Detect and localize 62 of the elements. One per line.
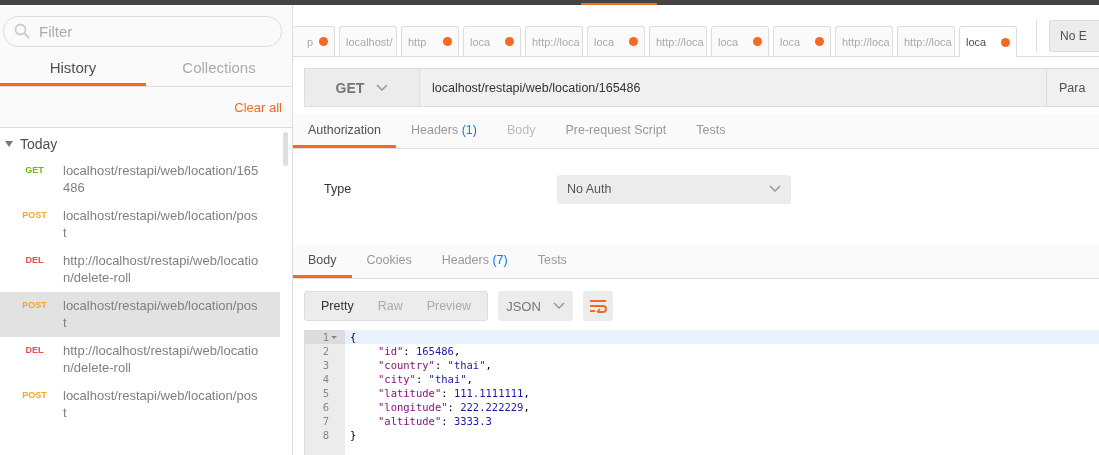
history-item[interactable]: DEL http://localhost/restapi/web/location/delete-roll [0, 337, 280, 382]
caret-icon[interactable] [5, 141, 13, 147]
request-tab[interactable]: http://loca [649, 26, 707, 56]
code-line: } [349, 428, 357, 442]
request-tab[interactable]: loca [711, 26, 769, 56]
method-label: POST [21, 209, 48, 222]
request-tab[interactable]: http://loca [525, 26, 583, 56]
response-section-tab[interactable]: Tests [522, 245, 582, 278]
url-text: localhost/restapi/web/location/post [63, 297, 259, 331]
history-item[interactable]: POST localhost/restapi/web/location/post [0, 292, 280, 337]
request-tab[interactable]: loca [773, 26, 831, 56]
code-line: "city": "thai", [377, 372, 473, 386]
format-dropdown[interactable]: JSON [498, 291, 573, 321]
url-text: localhost/restapi/web/location/post [63, 207, 259, 241]
response-section-tab[interactable]: Headers (7) [426, 245, 523, 278]
group-label: Today [20, 136, 58, 152]
code-line: "country": "thai", [377, 358, 492, 372]
method-label: POST [21, 389, 48, 402]
chevron-icon [769, 185, 781, 193]
request-section-tab[interactable]: Pre-request Script [550, 115, 682, 148]
wrap-icon [588, 299, 607, 313]
history-item[interactable]: DEL http://localhost/restapi/web/location/delete-roll [0, 247, 280, 292]
filter-field[interactable]: Filter [3, 16, 282, 47]
request-tab[interactable]: http://loca [897, 26, 955, 56]
request-tab[interactable]: localhost/ [339, 26, 397, 56]
clear-all-link[interactable]: Clear all [234, 100, 282, 115]
response-section-tab[interactable]: Cookies [351, 245, 427, 278]
sidebar-tab[interactable]: Collections [146, 55, 292, 86]
wrap-lines-button[interactable] [582, 291, 613, 321]
request-tab[interactable]: http [401, 26, 459, 56]
history-item[interactable]: POST localhost/restapi/web/location/post [0, 202, 280, 247]
method-label: DEL [24, 344, 45, 357]
view-mode-option[interactable]: Pretty [309, 299, 366, 313]
auth-type-dropdown[interactable]: No Auth [557, 174, 791, 204]
line-number: 1 [305, 330, 345, 344]
chevron-icon [552, 302, 565, 310]
method-label: DEL [24, 254, 45, 267]
code-line: "longitude": 222.222229, [377, 400, 530, 414]
code-line: { [349, 330, 357, 344]
request-tab[interactable]: loca [463, 26, 521, 56]
method-label: GET [24, 164, 45, 177]
environment-dropdown[interactable]: No E [1049, 19, 1099, 52]
code-line: "altitude": 3333.3 [377, 414, 492, 428]
sidebar-tab[interactable]: History [0, 55, 146, 86]
url-text: localhost/restapi/web/location/165486 [63, 162, 259, 196]
request-tab[interactable]: http://loca [835, 26, 893, 56]
request-tab[interactable]: loca [587, 26, 645, 56]
request-tab[interactable]: p [293, 26, 335, 56]
type-label: Type [324, 182, 353, 196]
view-mode-option[interactable]: Raw [365, 299, 415, 313]
history-item[interactable]: POST localhost/restapi/web/location/post [0, 382, 280, 427]
url-text: http://localhost/restapi/web/location/delete-roll [63, 342, 259, 376]
history-item[interactable]: GET localhost/restapi/web/location/165486 [0, 157, 280, 202]
code-line: "latitude": 111.1111111, [377, 386, 530, 400]
request-section-tab[interactable]: Headers (1) [395, 115, 492, 148]
url-text: http://localhost/restapi/web/location/delete-roll [63, 252, 259, 286]
url-text: localhost/restapi/web/location/post [63, 387, 259, 421]
request-tab[interactable]: loca [959, 26, 1017, 57]
code-line: "id": 165486, [377, 344, 461, 358]
request-section-tab[interactable]: Tests [681, 115, 741, 148]
method-label: POST [21, 299, 48, 312]
view-mode-option[interactable]: Preview [414, 299, 484, 313]
